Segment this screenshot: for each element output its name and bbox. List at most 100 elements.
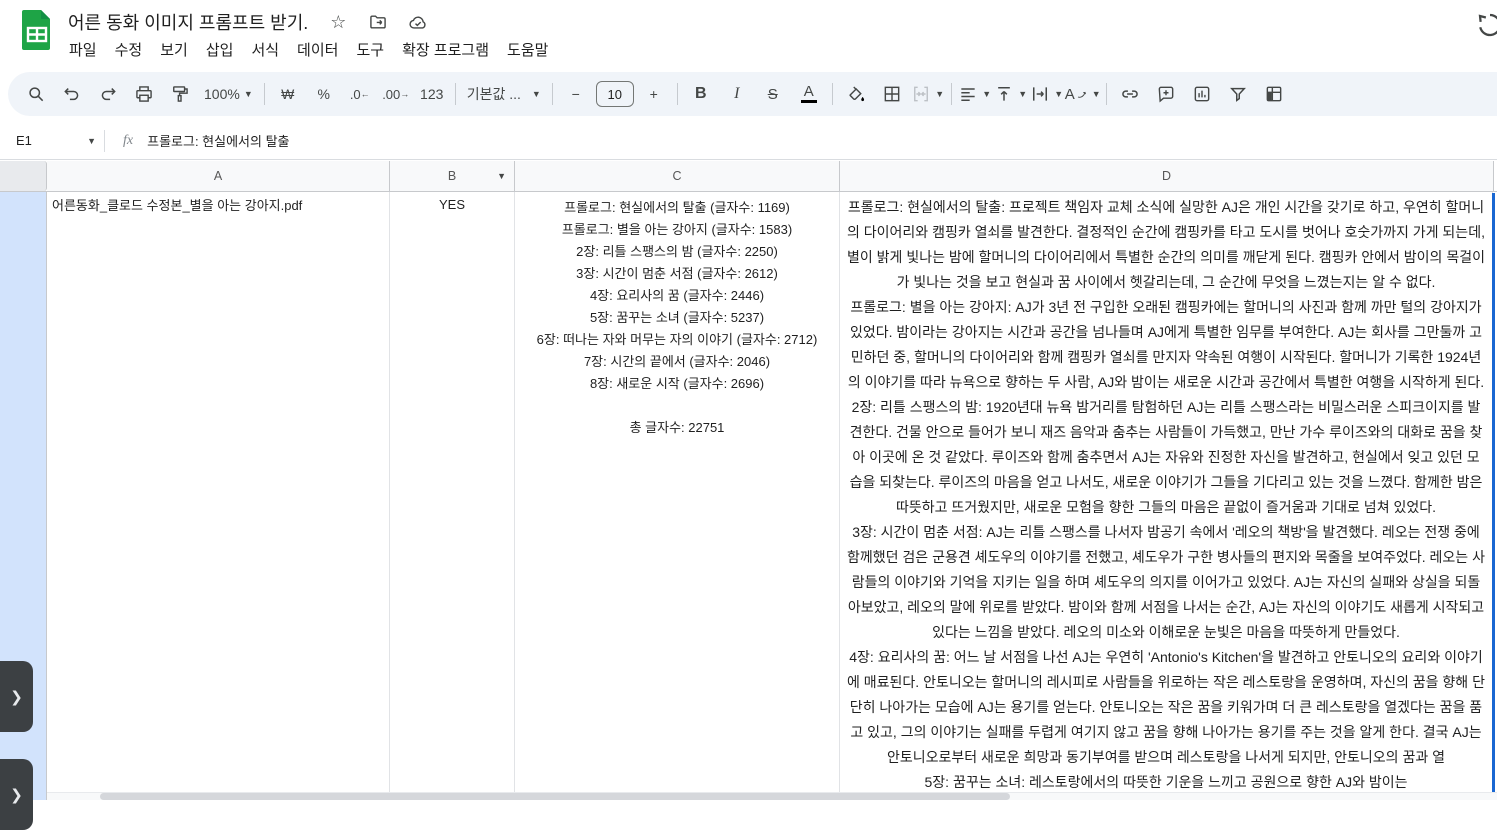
cell-c1[interactable]: 프롤로그: 현실에서의 탈출 (글자수: 1169) 프롤로그: 별을 아는 강아…	[515, 192, 840, 800]
chart-icon	[1194, 86, 1210, 102]
chevron-down-icon: ▼	[1091, 89, 1101, 99]
font-size-input[interactable]: 10	[595, 81, 634, 107]
star-icon[interactable]: ☆	[328, 12, 348, 32]
undo-button[interactable]	[54, 77, 90, 111]
menu-bar: 파일 수정 보기 삽입 서식 데이터 도구 확장 프로그램 도움말	[60, 36, 557, 63]
toolbar-divider	[676, 83, 678, 105]
toolbar-divider	[551, 83, 553, 105]
search-icon	[29, 87, 44, 102]
formula-input[interactable]: 프롤로그: 현실에서의 탈출	[147, 131, 289, 150]
insert-chart-button[interactable]	[1184, 77, 1220, 111]
move-to-folder-icon[interactable]	[368, 12, 388, 32]
menu-item[interactable]: 확장 프로그램	[393, 36, 498, 63]
menu-item[interactable]: 데이터	[288, 36, 347, 63]
chapter-count-line: 5장: 꿈꾸는 소녀 (글자수: 5237)	[589, 310, 765, 325]
menu-item[interactable]: 서식	[242, 36, 288, 63]
text-wrap-button[interactable]: ▼	[1029, 77, 1065, 111]
chapter-count-line	[521, 395, 833, 417]
toolbar: 100% ▼ ₩ % .0 ← .00 → 123 기본값 ... ▼ − 10 + B…	[8, 72, 1497, 116]
column-header-c[interactable]: C	[515, 161, 840, 191]
chevron-down-icon: ▼	[982, 89, 992, 99]
redo-button[interactable]	[90, 77, 126, 111]
chevron-right-icon: ❯	[10, 688, 23, 706]
chevron-down-icon: ▼	[1054, 89, 1064, 99]
menu-item[interactable]: 보기	[151, 36, 197, 63]
merge-cells-button[interactable]: ▼	[910, 77, 946, 111]
strikethrough-button[interactable]: S	[755, 77, 791, 111]
divider	[104, 129, 105, 152]
version-history-icon[interactable]	[1475, 10, 1497, 44]
text-rotation-button[interactable]: A ▼	[1065, 77, 1101, 111]
filter-icon	[1229, 87, 1246, 102]
chapter-count-line: 4장: 요리사의 꿈 (글자수: 2446)	[589, 288, 765, 303]
column-header-d[interactable]: D	[840, 161, 1494, 191]
column-header-row: A B ▼ C D	[0, 161, 1497, 192]
color-bar	[800, 99, 817, 103]
chapter-count-line: 총 글자수: 22751	[629, 420, 725, 435]
chapter-count-line: 8장: 새로운 시작 (글자수: 2696)	[589, 376, 765, 391]
insert-link-button[interactable]	[1112, 77, 1148, 111]
cloud-saved-icon[interactable]	[408, 12, 428, 32]
cell-a1[interactable]: 어른동화_클로드 수정본_별을 아는 강아지.pdf	[47, 192, 390, 800]
side-panel-expand-button-2[interactable]: ❯	[0, 759, 33, 830]
horizontal-align-button[interactable]: ▼	[957, 77, 993, 111]
synopsis-paragraph: 4장: 요리사의 꿈: 어느 날 서점을 나선 AJ는 우연히 'Antonio…	[847, 649, 1485, 765]
cell-d1[interactable]: 프롤로그: 현실에서의 탈출: 프로젝트 책임자 교체 소식에 실망한 AJ은 …	[840, 192, 1493, 800]
paint-format-button[interactable]	[162, 77, 198, 111]
text-wrap-icon	[1033, 87, 1048, 101]
format-currency-button[interactable]: ₩	[270, 77, 306, 111]
font-name-select[interactable]: 기본값 ... ▼	[461, 77, 547, 111]
menu-item[interactable]: 도구	[347, 36, 393, 63]
chapter-count-line: 7장: 시간의 끝에서 (글자수: 2046)	[583, 354, 771, 369]
vertical-align-button[interactable]: ▼	[993, 77, 1029, 111]
toolbar-divider	[1105, 83, 1107, 105]
menu-item[interactable]: 파일	[60, 36, 106, 63]
select-all-corner[interactable]	[0, 161, 47, 191]
table-views-button[interactable]	[1256, 77, 1292, 111]
cell-b1-text: YES	[438, 197, 465, 212]
italic-button[interactable]: I	[719, 77, 755, 111]
chevron-down-icon: ▼	[87, 135, 96, 146]
chapter-count-line: 프롤로그: 현실에서의 탈출 (글자수: 1169)	[564, 200, 790, 215]
format-percent-button[interactable]: %	[306, 77, 342, 111]
text-color-button[interactable]: A	[791, 77, 827, 111]
column-header-b[interactable]: B ▼	[390, 161, 515, 191]
selected-cell-border	[1492, 193, 1495, 800]
formula-bar: E1 ▼ fx 프롤로그: 현실에서의 탈출	[0, 122, 1497, 160]
borders-button[interactable]	[874, 77, 910, 111]
name-box[interactable]: E1 ▼	[0, 122, 104, 159]
increase-font-size-button[interactable]: +	[636, 77, 672, 111]
vertical-align-top-icon	[998, 87, 1011, 101]
more-formats-button[interactable]: 123	[414, 77, 450, 111]
sheets-logo[interactable]	[20, 8, 54, 52]
chevron-right-icon: ❯	[10, 786, 23, 804]
toolbar-divider	[263, 83, 265, 105]
borders-icon	[884, 86, 900, 102]
print-icon	[136, 86, 152, 102]
insert-comment-button[interactable]	[1148, 77, 1184, 111]
cell-b1[interactable]: YES	[390, 192, 515, 800]
undo-icon	[64, 88, 79, 101]
merge-cells-icon	[914, 86, 929, 102]
bold-button[interactable]: B	[683, 77, 719, 111]
create-filter-button[interactable]	[1220, 77, 1256, 111]
horizontal-scrollbar-thumb[interactable]	[100, 793, 1010, 800]
align-left-icon	[961, 88, 975, 101]
fill-color-button[interactable]	[838, 77, 874, 111]
cell-a1-text: 어른동화_클로드 수정본_별을 아는 강아지.pdf	[52, 198, 303, 213]
comment-plus-icon	[1158, 86, 1174, 103]
fx-icon: fx	[123, 132, 134, 148]
decrease-font-size-button[interactable]: −	[558, 77, 594, 111]
menu-item[interactable]: 수정	[106, 36, 152, 63]
document-title[interactable]: 어른 동화 이미지 프롬프트 받기.	[68, 9, 308, 35]
decrease-decimal-button[interactable]: .0 ←	[342, 77, 378, 111]
side-panel-expand-button[interactable]: ❯	[0, 661, 33, 732]
print-button[interactable]	[126, 77, 162, 111]
search-button[interactable]	[18, 77, 54, 111]
zoom-select[interactable]: 100% ▼	[198, 77, 259, 111]
column-b-dropdown-icon[interactable]: ▼	[497, 171, 506, 181]
column-header-a[interactable]: A	[47, 161, 390, 191]
increase-decimal-button[interactable]: .00 →	[378, 77, 414, 111]
menu-item[interactable]: 삽입	[197, 36, 243, 63]
menu-item[interactable]: 도움말	[498, 36, 557, 63]
